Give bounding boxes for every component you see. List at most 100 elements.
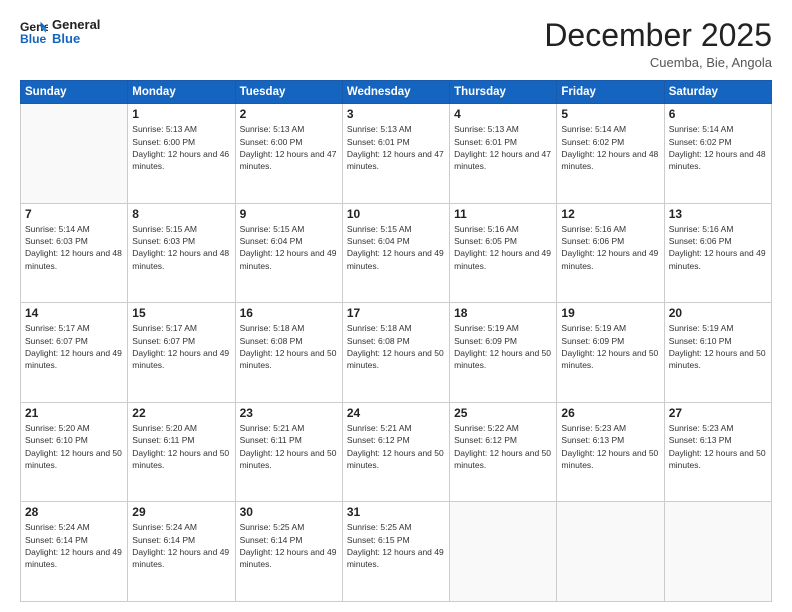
day-number: 22	[132, 406, 230, 420]
calendar-cell: 30Sunrise: 5:25 AMSunset: 6:14 PMDayligh…	[235, 502, 342, 602]
day-detail: Sunrise: 5:14 AMSunset: 6:02 PMDaylight:…	[561, 123, 659, 172]
day-detail: Sunrise: 5:13 AMSunset: 6:00 PMDaylight:…	[132, 123, 230, 172]
calendar-cell: 12 Sunrise: 5:16 AMSunset: 6:06 PMDayligh…	[557, 203, 664, 303]
calendar-week-row: 7 Sunrise: 5:14 AMSunset: 6:03 PMDaylight…	[21, 203, 772, 303]
weekday-header: Friday	[557, 81, 664, 104]
day-number: 13	[669, 207, 767, 221]
calendar-cell: 4 Sunrise: 5:13 AMSunset: 6:01 PMDaylight…	[450, 104, 557, 204]
day-number: 26	[561, 406, 659, 420]
day-detail: Sunrise: 5:19 AMSunset: 6:09 PMDaylight:…	[561, 322, 659, 371]
calendar-week-row: 14 Sunrise: 5:17 AMSunset: 6:07 PMDayligh…	[21, 303, 772, 403]
day-number: 28	[25, 505, 123, 519]
day-number: 17	[347, 306, 445, 320]
calendar-cell: 15 Sunrise: 5:17 AMSunset: 6:07 PMDayligh…	[128, 303, 235, 403]
day-detail: Sunrise: 5:19 AMSunset: 6:10 PMDaylight:…	[669, 322, 767, 371]
weekday-header: Tuesday	[235, 81, 342, 104]
day-detail: Sunrise: 5:18 AMSunset: 6:08 PMDaylight:…	[240, 322, 338, 371]
day-detail: Sunrise: 5:14 AMSunset: 6:03 PMDaylight:…	[25, 223, 123, 272]
day-number: 25	[454, 406, 552, 420]
title-section: December 2025 Cuemba, Bie, Angola	[544, 18, 772, 70]
day-detail: Sunrise: 5:20 AMSunset: 6:10 PMDaylight:…	[25, 422, 123, 471]
calendar-cell	[21, 104, 128, 204]
weekday-header: Saturday	[664, 81, 771, 104]
calendar-header-row: SundayMondayTuesdayWednesdayThursdayFrid…	[21, 81, 772, 104]
day-number: 20	[669, 306, 767, 320]
weekday-header: Thursday	[450, 81, 557, 104]
calendar-cell: 29Sunrise: 5:24 AMSunset: 6:14 PMDayligh…	[128, 502, 235, 602]
logo: General Blue General Blue	[20, 18, 100, 47]
calendar-cell: 2Sunrise: 5:13 AMSunset: 6:00 PMDaylight…	[235, 104, 342, 204]
day-detail: Sunrise: 5:16 AMSunset: 6:05 PMDaylight:…	[454, 223, 552, 272]
calendar-cell: 10Sunrise: 5:15 AMSunset: 6:04 PMDayligh…	[342, 203, 449, 303]
weekday-header: Monday	[128, 81, 235, 104]
calendar-cell: 11Sunrise: 5:16 AMSunset: 6:05 PMDayligh…	[450, 203, 557, 303]
day-number: 12	[561, 207, 659, 221]
day-number: 18	[454, 306, 552, 320]
day-number: 31	[347, 505, 445, 519]
calendar-cell: 13 Sunrise: 5:16 AMSunset: 6:06 PMDayligh…	[664, 203, 771, 303]
day-number: 15	[132, 306, 230, 320]
day-detail: Sunrise: 5:13 AMSunset: 6:01 PMDaylight:…	[454, 123, 552, 172]
day-detail: Sunrise: 5:23 AMSunset: 6:13 PMDaylight:…	[561, 422, 659, 471]
calendar-cell: 27 Sunrise: 5:23 AMSunset: 6:13 PMDayligh…	[664, 402, 771, 502]
day-number: 21	[25, 406, 123, 420]
day-number: 5	[561, 107, 659, 121]
day-detail: Sunrise: 5:20 AMSunset: 6:11 PMDaylight:…	[132, 422, 230, 471]
day-number: 14	[25, 306, 123, 320]
day-detail: Sunrise: 5:23 AMSunset: 6:13 PMDaylight:…	[669, 422, 767, 471]
calendar-cell	[557, 502, 664, 602]
day-detail: Sunrise: 5:15 AMSunset: 6:03 PMDaylight:…	[132, 223, 230, 272]
day-detail: Sunrise: 5:13 AMSunset: 6:01 PMDaylight:…	[347, 123, 445, 172]
page: General Blue General Blue December 2025 …	[0, 0, 792, 612]
weekday-header: Wednesday	[342, 81, 449, 104]
day-number: 2	[240, 107, 338, 121]
calendar-week-row: 28 Sunrise: 5:24 AMSunset: 6:14 PMDayligh…	[21, 502, 772, 602]
day-number: 24	[347, 406, 445, 420]
calendar-cell: 31Sunrise: 5:25 AMSunset: 6:15 PMDayligh…	[342, 502, 449, 602]
day-number: 16	[240, 306, 338, 320]
day-number: 9	[240, 207, 338, 221]
weekday-header: Sunday	[21, 81, 128, 104]
calendar-cell: 28 Sunrise: 5:24 AMSunset: 6:14 PMDayligh…	[21, 502, 128, 602]
day-detail: Sunrise: 5:16 AMSunset: 6:06 PMDaylight:…	[669, 223, 767, 272]
calendar-cell: 24Sunrise: 5:21 AMSunset: 6:12 PMDayligh…	[342, 402, 449, 502]
day-number: 7	[25, 207, 123, 221]
calendar-cell: 3 Sunrise: 5:13 AMSunset: 6:01 PMDaylight…	[342, 104, 449, 204]
day-number: 4	[454, 107, 552, 121]
calendar-week-row: 21 Sunrise: 5:20 AMSunset: 6:10 PMDayligh…	[21, 402, 772, 502]
day-number: 1	[132, 107, 230, 121]
logo-general: General	[52, 18, 100, 32]
calendar-cell: 22 Sunrise: 5:20 AMSunset: 6:11 PMDayligh…	[128, 402, 235, 502]
calendar-cell: 16 Sunrise: 5:18 AMSunset: 6:08 PMDayligh…	[235, 303, 342, 403]
day-detail: Sunrise: 5:17 AMSunset: 6:07 PMDaylight:…	[132, 322, 230, 371]
calendar-cell: 17Sunrise: 5:18 AMSunset: 6:08 PMDayligh…	[342, 303, 449, 403]
calendar-cell: 1 Sunrise: 5:13 AMSunset: 6:00 PMDaylight…	[128, 104, 235, 204]
calendar-cell: 20 Sunrise: 5:19 AMSunset: 6:10 PMDayligh…	[664, 303, 771, 403]
day-number: 3	[347, 107, 445, 121]
calendar-cell: 23Sunrise: 5:21 AMSunset: 6:11 PMDayligh…	[235, 402, 342, 502]
calendar-cell: 14Sunrise: 5:17 AMSunset: 6:07 PMDayligh…	[21, 303, 128, 403]
day-number: 19	[561, 306, 659, 320]
calendar-cell	[664, 502, 771, 602]
calendar-cell: 18 Sunrise: 5:19 AMSunset: 6:09 PMDayligh…	[450, 303, 557, 403]
calendar-cell: 26 Sunrise: 5:23 AMSunset: 6:13 PMDayligh…	[557, 402, 664, 502]
logo-icon: General Blue	[20, 18, 48, 46]
day-number: 10	[347, 207, 445, 221]
day-number: 27	[669, 406, 767, 420]
header: General Blue General Blue December 2025 …	[20, 18, 772, 70]
day-detail: Sunrise: 5:16 AMSunset: 6:06 PMDaylight:…	[561, 223, 659, 272]
calendar-cell: 19 Sunrise: 5:19 AMSunset: 6:09 PMDayligh…	[557, 303, 664, 403]
calendar-cell: 9Sunrise: 5:15 AMSunset: 6:04 PMDaylight…	[235, 203, 342, 303]
day-detail: Sunrise: 5:24 AMSunset: 6:14 PMDaylight:…	[25, 521, 123, 570]
calendar-table: SundayMondayTuesdayWednesdayThursdayFrid…	[20, 80, 772, 602]
calendar-cell: 5 Sunrise: 5:14 AMSunset: 6:02 PMDaylight…	[557, 104, 664, 204]
month-title: December 2025	[544, 18, 772, 53]
logo-blue: Blue	[52, 32, 100, 46]
calendar-week-row: 1 Sunrise: 5:13 AMSunset: 6:00 PMDaylight…	[21, 104, 772, 204]
day-detail: Sunrise: 5:22 AMSunset: 6:12 PMDaylight:…	[454, 422, 552, 471]
day-number: 6	[669, 107, 767, 121]
day-number: 29	[132, 505, 230, 519]
calendar-cell: 25 Sunrise: 5:22 AMSunset: 6:12 PMDayligh…	[450, 402, 557, 502]
svg-text:Blue: Blue	[20, 32, 47, 46]
day-detail: Sunrise: 5:19 AMSunset: 6:09 PMDaylight:…	[454, 322, 552, 371]
